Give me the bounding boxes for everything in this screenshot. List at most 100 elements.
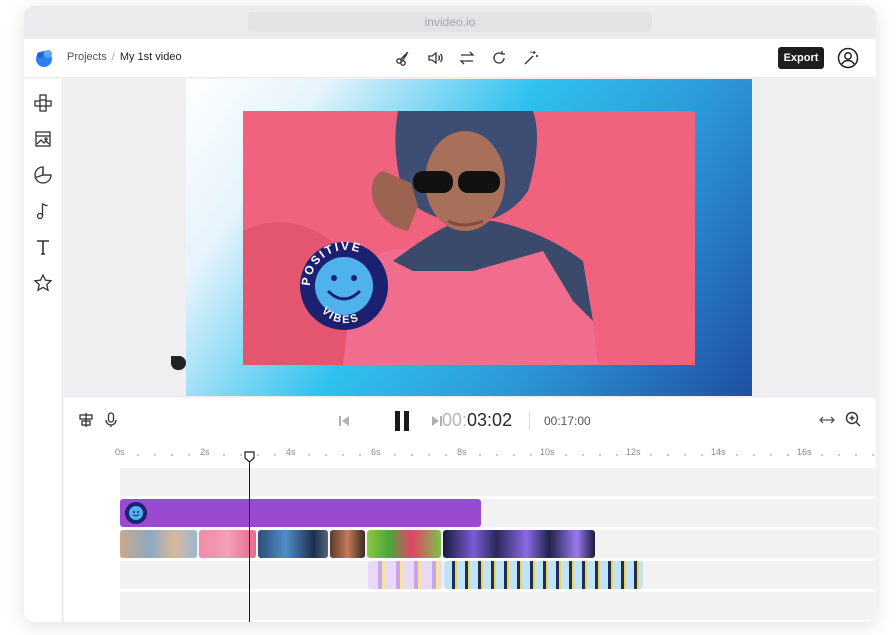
app-header: Projects / My 1st video Export — [24, 39, 876, 78]
ruler-label: 4s — [286, 447, 296, 457]
ruler-dot — [479, 454, 482, 456]
address-bar[interactable]: invideo.io — [248, 12, 652, 32]
music-icon[interactable] — [33, 201, 53, 221]
timecode-divider — [529, 412, 530, 430]
ruler-dot — [342, 454, 345, 456]
ruler-dot — [786, 454, 789, 456]
ruler-label: 14s — [711, 447, 726, 457]
ruler-label: 8s — [457, 447, 467, 457]
ruler-dot — [564, 454, 567, 456]
ruler-label: 12s — [626, 447, 641, 457]
total-duration: 00:17:00 — [544, 414, 591, 428]
ruler-dot — [239, 454, 242, 456]
ruler-label: 0s — [115, 447, 125, 457]
sticker-icon[interactable] — [33, 165, 53, 185]
ruler-dot — [188, 454, 191, 456]
canvas-area: POSITIVE VIBES — [64, 79, 876, 397]
export-button[interactable]: Export — [778, 47, 824, 69]
ruler-dot — [273, 454, 276, 456]
resize-handle[interactable] — [170, 355, 186, 371]
ruler-dot — [393, 454, 396, 456]
video-clip[interactable] — [444, 561, 643, 589]
ruler-dot — [256, 454, 259, 456]
rotate-icon[interactable] — [490, 49, 508, 67]
timeline-track-sticker[interactable] — [120, 499, 876, 527]
ruler-dot — [650, 454, 653, 456]
current-time-prefix: 00: — [442, 410, 468, 430]
playhead-handle[interactable] — [244, 451, 255, 463]
sticker-clip-thumbnail-icon — [125, 502, 147, 524]
ruler-dot — [769, 454, 772, 456]
breadcrumb-separator: / — [111, 51, 115, 63]
current-timecode: 00:03:02 — [442, 410, 512, 431]
sticker-clip[interactable] — [120, 499, 481, 527]
playhead-line[interactable] — [249, 454, 250, 622]
video-clip[interactable] — [330, 530, 365, 558]
ruler-dot — [667, 454, 670, 456]
timeline-track-video[interactable] — [120, 530, 876, 558]
user-profile-icon[interactable] — [837, 47, 859, 69]
scissors-icon[interactable] — [394, 49, 412, 67]
align-icon[interactable] — [77, 411, 95, 429]
swap-icon[interactable] — [458, 49, 476, 67]
video-clip[interactable] — [443, 530, 595, 558]
ruler-label: 16s — [797, 447, 812, 457]
media-icon[interactable] — [33, 129, 53, 149]
positive-vibes-sticker[interactable]: POSITIVE VIBES — [300, 229, 388, 343]
timeline-track-empty[interactable] — [120, 468, 876, 496]
ruler-dot — [821, 454, 824, 456]
timeline: 0s 2s 4s 6s 8s 10s 12s 14s 16s — [64, 442, 876, 622]
ruler-dot — [496, 454, 499, 456]
text-icon[interactable] — [33, 237, 53, 257]
ruler-dot — [598, 454, 601, 456]
ruler-dot — [615, 454, 618, 456]
invideo-logo-icon[interactable] — [34, 48, 54, 68]
video-stage[interactable]: POSITIVE VIBES — [186, 79, 752, 396]
left-sidebar — [24, 79, 63, 622]
app-window: invideo.io Projects / My 1st video Export — [24, 6, 876, 622]
ruler-label: 10s — [540, 447, 555, 457]
current-time-value: 03:02 — [467, 410, 513, 430]
zoom-in-icon[interactable] — [844, 410, 862, 428]
browser-bar: invideo.io — [24, 6, 876, 38]
volume-icon[interactable] — [426, 49, 444, 67]
video-clip[interactable] — [368, 561, 442, 589]
ruler-dot — [410, 454, 413, 456]
pause-icon[interactable] — [390, 409, 414, 433]
video-clip[interactable] — [367, 530, 441, 558]
breadcrumb-current[interactable]: My 1st video — [120, 51, 182, 63]
breadcrumb-projects[interactable]: Projects — [67, 51, 107, 63]
ruler-dot — [154, 454, 157, 456]
magic-wand-icon[interactable] — [522, 49, 540, 67]
timeline-track-overlay[interactable] — [120, 561, 876, 589]
layout-icon[interactable] — [33, 93, 53, 113]
ruler-dot — [855, 454, 858, 456]
ruler-dot — [581, 454, 584, 456]
fit-width-icon[interactable] — [818, 411, 836, 429]
ruler-dot — [222, 454, 225, 456]
ruler-dot — [530, 454, 533, 456]
time-ruler[interactable]: 0s 2s 4s 6s 8s 10s 12s 14s 16s — [64, 442, 876, 462]
edit-toolbar — [394, 49, 540, 67]
skip-back-icon[interactable] — [335, 412, 353, 430]
ruler-dot — [513, 454, 516, 456]
ruler-dot — [171, 454, 174, 456]
video-clip[interactable] — [120, 530, 197, 558]
ruler-dot — [838, 454, 841, 456]
playback-toolbar: 00:03:02 00:17:00 — [64, 398, 876, 442]
microphone-icon[interactable] — [102, 411, 120, 429]
video-clip[interactable] — [199, 530, 256, 558]
ruler-dot — [872, 454, 875, 456]
breadcrumb: Projects / My 1st video — [67, 51, 182, 63]
ruler-dot — [427, 454, 430, 456]
ruler-label: 2s — [200, 447, 210, 457]
video-clip[interactable] — [258, 530, 328, 558]
ruler-dot — [325, 454, 328, 456]
ruler-dot — [137, 454, 140, 456]
star-icon[interactable] — [33, 273, 53, 293]
timeline-track-audio[interactable] — [120, 592, 876, 620]
ruler-dot — [752, 454, 755, 456]
ruler-dot — [308, 454, 311, 456]
ruler-dot — [735, 454, 738, 456]
ruler-dot — [444, 454, 447, 456]
